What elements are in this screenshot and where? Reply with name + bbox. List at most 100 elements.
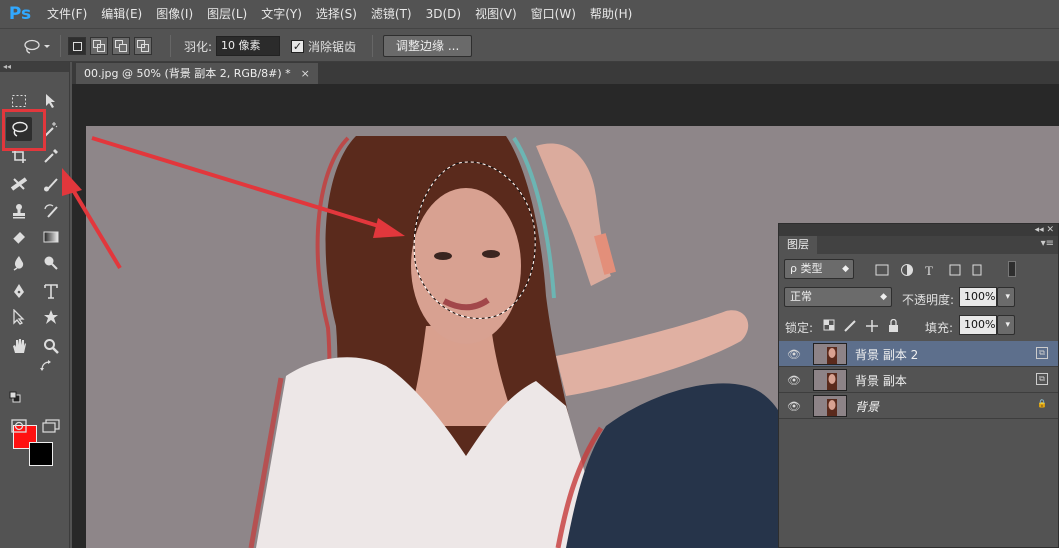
layers-tab-bar: 图层 ▾≡ xyxy=(779,236,1058,254)
hand-tool[interactable] xyxy=(6,334,32,358)
menu-3d[interactable]: 3D(D) xyxy=(419,0,468,28)
layer-thumbnail xyxy=(813,369,847,391)
menu-layer[interactable]: 图层(L) xyxy=(200,0,254,28)
eraser-icon xyxy=(12,232,25,245)
move-icon xyxy=(46,94,55,108)
opacity-input[interactable]: 100% xyxy=(959,287,997,307)
tab-layers[interactable]: 图层 xyxy=(779,236,817,254)
antialias-label: 消除锯齿 xyxy=(308,39,357,54)
fill-input[interactable]: 100% xyxy=(959,315,997,335)
new-selection-button[interactable] xyxy=(68,37,86,55)
menu-window[interactable]: 窗口(W) xyxy=(524,0,583,28)
menu-type[interactable]: 文字(Y) xyxy=(254,0,309,28)
lock-label: 锁定: xyxy=(785,321,814,335)
feather-label: 羽化: xyxy=(184,39,213,54)
toolbox-collapse[interactable]: ◂◂ xyxy=(0,62,69,72)
eye-icon[interactable]: 👁 xyxy=(787,374,801,387)
dodge-tool[interactable] xyxy=(38,251,64,275)
intersect-selection-button[interactable] xyxy=(134,37,152,55)
menu-help[interactable]: 帮助(H) xyxy=(583,0,639,28)
brush-icon xyxy=(44,178,58,192)
background-color-swatch[interactable] xyxy=(29,442,53,466)
subtract-selection-button[interactable] xyxy=(112,37,130,55)
default-colors-button[interactable] xyxy=(8,390,22,404)
zoom-icon xyxy=(44,339,59,354)
lock-icons[interactable] xyxy=(823,319,903,333)
custom-shape-tool[interactable] xyxy=(38,305,64,329)
default-colors-icon xyxy=(9,391,21,403)
healing-brush-tool[interactable] xyxy=(6,172,32,196)
layer-name: 背景 副本 xyxy=(855,374,907,388)
swap-colors-button[interactable] xyxy=(38,358,54,374)
layers-panel: ◂◂ ✕ 图层 ▾≡ ρ 类型 ◆ T 正常 ◆ 不透明度: 100% ▾ 锁定: xyxy=(778,223,1059,548)
filter-row: ρ 类型 ◆ T xyxy=(779,257,1058,283)
eraser-tool[interactable] xyxy=(6,225,32,249)
menu-select[interactable]: 选择(S) xyxy=(309,0,364,28)
screen-mode-icon xyxy=(42,419,60,433)
smart-object-icon: ⧉ xyxy=(1036,373,1048,385)
filter-toggle[interactable] xyxy=(1008,261,1016,277)
svg-text:T: T xyxy=(925,263,933,277)
gradient-tool[interactable] xyxy=(38,225,64,249)
blend-row: 正常 ◆ 不透明度: 100% ▾ xyxy=(779,285,1058,311)
path-selection-tool[interactable] xyxy=(6,305,32,329)
lasso-preset-icon xyxy=(24,39,50,54)
layer-name: 背景 xyxy=(855,400,880,414)
quick-mask-button[interactable] xyxy=(6,414,32,438)
opacity-label: 不透明度: xyxy=(902,293,955,307)
menu-items: 文件(F) 编辑(E) 图像(I) 图层(L) 文字(Y) 选择(S) 滤镜(T… xyxy=(40,0,639,28)
brush-tool[interactable] xyxy=(38,172,64,196)
layer-thumbnail xyxy=(813,395,847,417)
opacity-dropdown-button[interactable]: ▾ xyxy=(997,287,1015,307)
layer-thumbnail xyxy=(813,343,847,365)
marquee-icon xyxy=(12,95,26,107)
layer-row[interactable]: 👁 背景 副本 ⧉ xyxy=(779,367,1058,393)
menu-filter[interactable]: 滤镜(T) xyxy=(364,0,419,28)
gradient-icon xyxy=(43,231,59,243)
document-tab[interactable]: 00.jpg @ 50% (背景 副本 2, RGB/8#) * × xyxy=(76,63,318,84)
blend-mode-dropdown[interactable]: 正常 ◆ xyxy=(784,287,892,307)
panel-menu-icon[interactable]: ▾≡ xyxy=(1041,238,1054,249)
zoom-tool[interactable] xyxy=(38,334,64,358)
eye-icon[interactable]: 👁 xyxy=(787,400,801,413)
options-bar: 羽化: 10 像素 ✓ 消除锯齿 调整边缘 ... xyxy=(0,28,1059,62)
layer-name: 背景 副本 2 xyxy=(855,348,919,362)
fill-dropdown-button[interactable]: ▾ xyxy=(997,315,1015,335)
lock-icon: 🔒 xyxy=(1037,399,1047,408)
quick-mask-icon xyxy=(11,419,27,433)
filter-type-dropdown[interactable]: ρ 类型 ◆ xyxy=(784,259,854,279)
blur-drop-icon xyxy=(13,256,24,271)
document-title: 00.jpg @ 50% (背景 副本 2, RGB/8#) * xyxy=(84,67,291,80)
eye-icon[interactable]: 👁 xyxy=(787,348,801,361)
pen-tool[interactable] xyxy=(6,279,32,303)
menu-view[interactable]: 视图(V) xyxy=(468,0,524,28)
dodge-icon xyxy=(44,256,58,270)
layer-row[interactable]: 👁 背景 🔒 xyxy=(779,393,1058,419)
menu-image[interactable]: 图像(I) xyxy=(149,0,200,28)
lock-row: 锁定: 填充: 100% ▾ xyxy=(779,313,1058,339)
antialias-checkbox[interactable]: ✓ xyxy=(291,39,304,53)
blur-tool[interactable] xyxy=(6,251,32,275)
smart-object-icon: ⧉ xyxy=(1036,347,1048,359)
add-selection-button[interactable] xyxy=(90,37,108,55)
tool-preset-picker[interactable] xyxy=(22,29,52,63)
hand-icon xyxy=(13,339,26,353)
path-arrow-icon xyxy=(13,309,25,325)
screen-mode-button[interactable] xyxy=(38,414,64,438)
document-tab-bar: 00.jpg @ 50% (背景 副本 2, RGB/8#) * × xyxy=(72,62,1059,84)
feather-input[interactable]: 10 像素 xyxy=(216,36,281,56)
history-brush-tool[interactable] xyxy=(38,199,64,223)
menu-edit[interactable]: 编辑(E) xyxy=(94,0,149,28)
menu-file[interactable]: 文件(F) xyxy=(40,0,94,28)
stamp-icon xyxy=(13,204,25,219)
type-tool[interactable] xyxy=(38,279,64,303)
fill-label: 填充: xyxy=(925,321,954,335)
refine-edge-button[interactable]: 调整边缘 ... xyxy=(383,35,473,57)
pen-icon xyxy=(14,284,24,298)
photoshop-logo: Ps xyxy=(8,4,32,24)
history-brush-icon xyxy=(44,204,58,218)
clone-stamp-tool[interactable] xyxy=(6,199,32,223)
layer-row[interactable]: 👁 背景 副本 2 ⧉ xyxy=(779,341,1058,367)
close-document-icon[interactable]: × xyxy=(301,63,310,84)
custom-shape-icon xyxy=(44,310,58,324)
